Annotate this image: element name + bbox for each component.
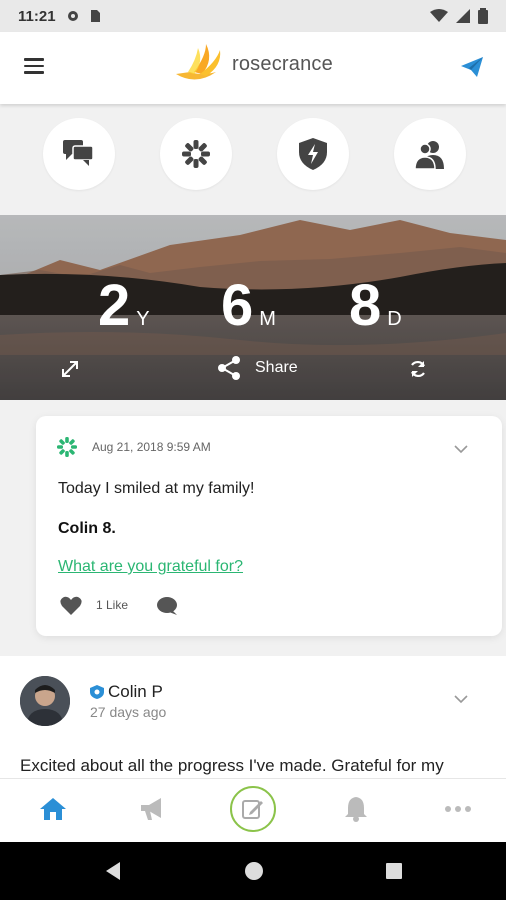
post-author: Colin 8. bbox=[58, 520, 116, 537]
chat-button[interactable] bbox=[43, 118, 115, 190]
megaphone-icon bbox=[141, 798, 161, 820]
menu-line bbox=[24, 64, 44, 67]
years-unit: Y bbox=[136, 308, 150, 330]
status-time: 11:21 bbox=[18, 7, 56, 25]
system-navigation-bar bbox=[0, 842, 506, 900]
days-value: 8 bbox=[349, 273, 382, 338]
months-value: 6 bbox=[221, 273, 254, 338]
share-label: Share bbox=[255, 359, 298, 376]
battery-icon bbox=[478, 8, 488, 24]
community-button[interactable] bbox=[160, 118, 232, 190]
counter-actions: Share bbox=[0, 355, 506, 385]
heart-icon[interactable] bbox=[60, 596, 82, 616]
gratitude-prompt-link[interactable]: What are you grateful for? bbox=[58, 558, 243, 576]
settings-icon bbox=[67, 11, 78, 21]
chat-bubbles-icon bbox=[63, 140, 94, 166]
post-message: Today I smiled at my family! bbox=[58, 480, 255, 497]
author-name[interactable]: Colin P bbox=[108, 682, 163, 702]
quick-actions bbox=[0, 118, 506, 190]
brand-logo: rosecrance bbox=[172, 42, 333, 86]
share-button[interactable]: Share bbox=[217, 355, 298, 381]
feed-post: Colin P 27 days ago Excited about all th… bbox=[0, 656, 506, 778]
home-circle-icon[interactable] bbox=[243, 860, 265, 882]
post-date: Aug 21, 2018 9:59 AM bbox=[92, 440, 211, 454]
years-value: 2 bbox=[98, 273, 131, 338]
flower-logo-icon bbox=[182, 140, 210, 168]
signal-icon bbox=[456, 9, 470, 23]
compose-button[interactable] bbox=[230, 786, 276, 832]
people-icon bbox=[414, 141, 444, 169]
months-unit: M bbox=[259, 308, 276, 330]
avatar[interactable] bbox=[20, 676, 70, 726]
back-icon[interactable] bbox=[102, 860, 124, 882]
rosecrance-logo-icon bbox=[176, 44, 221, 80]
post-time-ago: 27 days ago bbox=[90, 704, 167, 720]
months-counter: 6 M bbox=[221, 277, 276, 335]
nav-home[interactable] bbox=[39, 795, 67, 823]
contacts-button[interactable] bbox=[394, 118, 466, 190]
emergency-button[interactable] bbox=[277, 118, 349, 190]
years-counter: 2 Y bbox=[98, 277, 150, 335]
paper-plane-icon[interactable] bbox=[460, 56, 484, 78]
menu-line bbox=[24, 58, 44, 61]
user-photo bbox=[20, 676, 70, 726]
shield-lightning-icon bbox=[299, 138, 327, 170]
refresh-icon[interactable] bbox=[408, 359, 428, 379]
chevron-down-icon[interactable] bbox=[454, 444, 468, 454]
bell-icon bbox=[345, 797, 367, 822]
app-header: rosecrance bbox=[0, 32, 506, 104]
sim-card-icon bbox=[90, 10, 100, 22]
share-icon bbox=[218, 356, 240, 380]
days-counter: 8 D bbox=[349, 277, 402, 335]
nav-announcements[interactable] bbox=[139, 795, 167, 823]
days-unit: D bbox=[387, 308, 402, 330]
comment-icon[interactable] bbox=[156, 596, 178, 616]
hamburger-menu-button[interactable] bbox=[24, 58, 44, 74]
like-count: 1 Like bbox=[96, 598, 129, 612]
status-bar: 11:21 bbox=[0, 0, 506, 32]
sobriety-counter-banner: 2 Y 6 M 8 D Share bbox=[0, 215, 506, 400]
expand-icon[interactable] bbox=[60, 359, 80, 379]
menu-line bbox=[24, 71, 44, 74]
post-body: Excited about all the progress I've made… bbox=[20, 756, 444, 775]
wifi-icon bbox=[430, 9, 448, 22]
verified-shield-icon bbox=[90, 685, 104, 699]
home-icon bbox=[40, 798, 66, 820]
bottom-navigation bbox=[0, 778, 506, 842]
flower-logo-icon bbox=[57, 437, 77, 457]
featured-post-card: Aug 21, 2018 9:59 AM Today I smiled at m… bbox=[36, 416, 502, 636]
more-dots-icon bbox=[445, 806, 471, 812]
compose-icon bbox=[242, 800, 263, 819]
chevron-down-icon[interactable] bbox=[454, 694, 468, 704]
recents-icon[interactable] bbox=[383, 860, 405, 882]
brand-name: rosecrance bbox=[232, 52, 333, 75]
nav-more[interactable] bbox=[444, 795, 472, 823]
nav-notifications[interactable] bbox=[342, 795, 370, 823]
